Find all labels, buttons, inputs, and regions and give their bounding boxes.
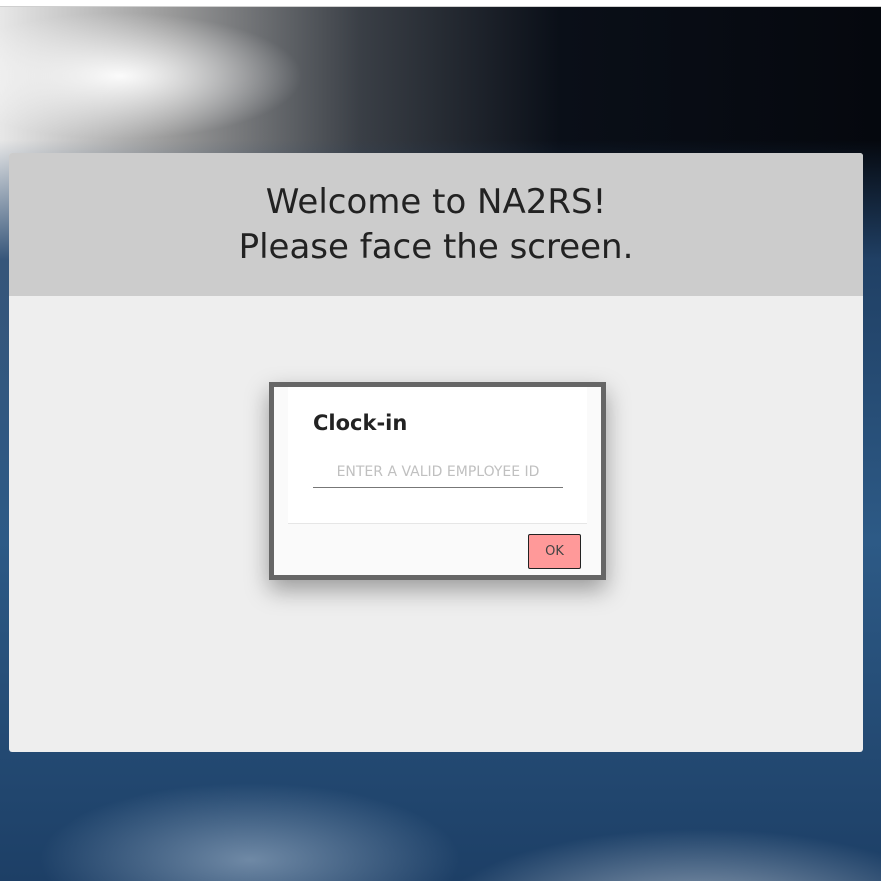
clock-in-dialog: Clock-in OK — [269, 382, 606, 580]
dialog-title: Clock-in — [313, 411, 408, 435]
welcome-card: Welcome to NA2RS! Please face the screen… — [9, 153, 863, 752]
dialog-content: Clock-in — [288, 387, 587, 524]
page: Welcome to NA2RS! Please face the screen… — [0, 0, 881, 881]
top-border — [0, 0, 881, 7]
ok-button[interactable]: OK — [528, 534, 581, 569]
face-screen-instruction: Please face the screen. — [238, 226, 634, 267]
employee-id-input[interactable] — [313, 457, 563, 488]
welcome-heading: Welcome to NA2RS! — [265, 181, 607, 222]
welcome-header: Welcome to NA2RS! Please face the screen… — [9, 153, 863, 296]
